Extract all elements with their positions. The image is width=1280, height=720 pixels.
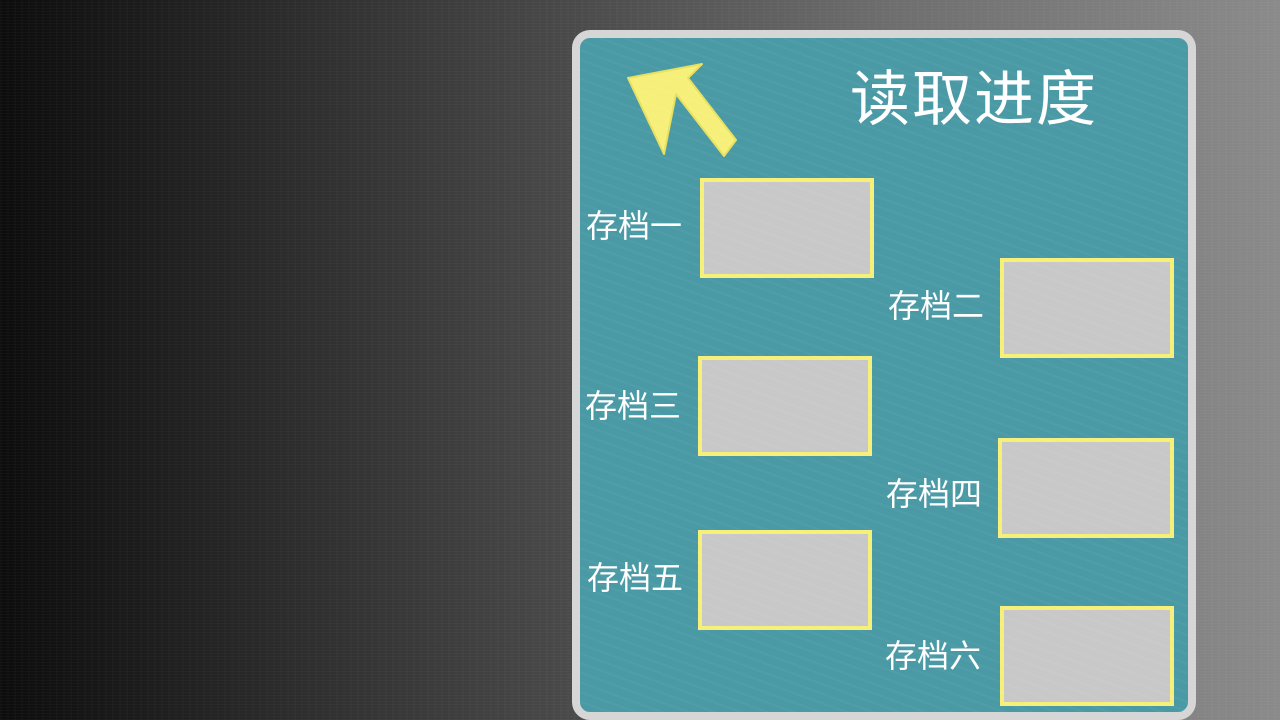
slot-label-4: 存档四 [886,475,983,513]
slot-label-3: 存档三 [585,387,682,425]
save-slot-5[interactable] [698,530,872,630]
back-arrow-icon [627,63,737,157]
slot-label-5: 存档五 [587,559,684,597]
slot-label-6: 存档六 [885,637,982,675]
back-button[interactable] [620,56,740,166]
slot-label-1: 存档一 [586,207,683,245]
save-slot-3[interactable] [698,356,872,456]
save-slot-6[interactable] [1000,606,1174,706]
save-slot-4[interactable] [998,438,1174,538]
slot-label-2: 存档二 [888,287,985,325]
save-slot-2[interactable] [1000,258,1174,358]
page-title: 读取进度 [850,65,1098,135]
load-progress-panel: 读取进度 存档一 存档二 存档三 存档四 存档五 存档六 [572,30,1196,720]
save-slot-1[interactable] [700,178,874,278]
